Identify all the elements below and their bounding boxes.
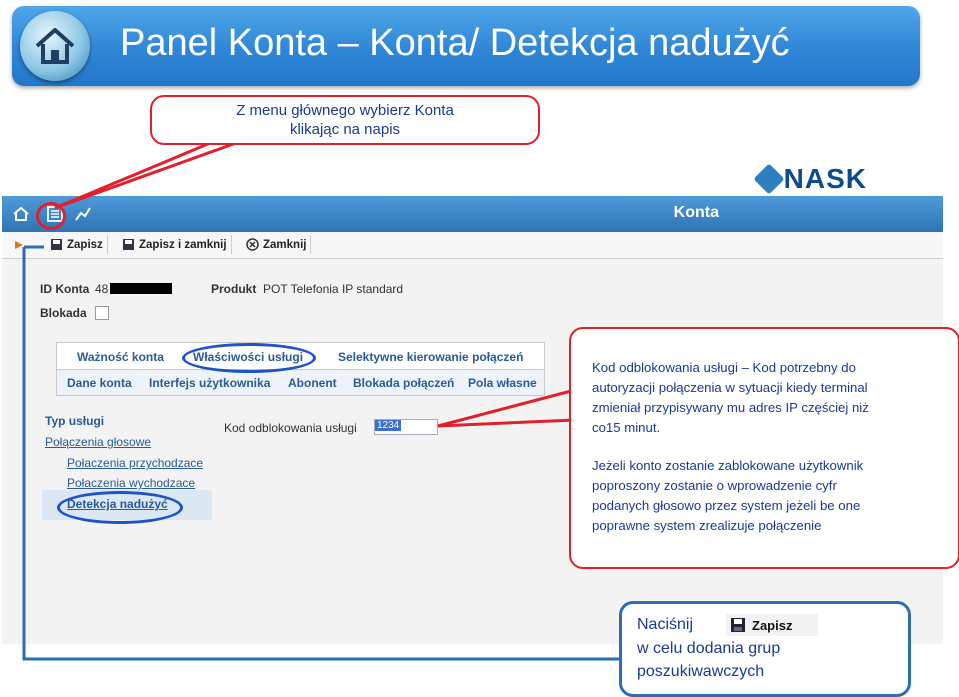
callout-menu-line2: klikając na napis	[289, 121, 401, 138]
callout-unlock-line1: Kod odblokowania usługi – Kod potrzebny …	[592, 360, 856, 375]
callout-save-line3: poszukiwawczych	[637, 663, 765, 680]
callout-menu-line1: Z menu głównego wybierz Konta	[236, 102, 454, 119]
callout-unlock-line5: Jeżeli konto zostanie zablokowane użytko…	[592, 458, 864, 473]
zapisz-button-image: Zapisz	[726, 614, 818, 636]
callout-unlock-line2: autoryzacji połączenia w sytuacji kiedy …	[592, 380, 868, 395]
callout-save-line1: Naciśnij	[637, 616, 694, 633]
callout-unlock-line3: zmieniał przypisywany mu adres IP części…	[592, 400, 869, 415]
callout-unlock-code: Kod odblokowania usługi – Kod potrzebny …	[569, 327, 959, 569]
zapisz-button-label: Zapisz	[752, 617, 793, 633]
callout-menu-hint: Z menu głównego wybierz Konta klikając n…	[150, 95, 540, 145]
floppy-icon	[731, 618, 745, 632]
callout-unlock-line8: poprawne system zrealizuje połączenie	[592, 518, 822, 533]
callout-unlock-line6: poproszony zostanie o wprowadzenie cyfr	[592, 478, 837, 493]
callout-unlock-line7: podanych głosowo przez system jeżeli be …	[592, 498, 861, 513]
callout-save-line2: w celu dodania grup	[637, 640, 781, 657]
callout-save-hint: Naciśnij Zapisz w celu dodania grup posz…	[619, 601, 911, 697]
callout-unlock-line4: co15 minut.	[592, 420, 661, 435]
